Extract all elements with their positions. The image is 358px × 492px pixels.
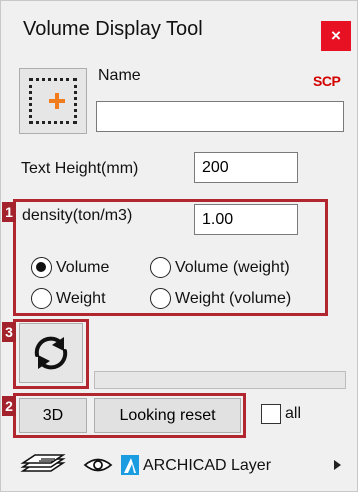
window-title: Volume Display Tool <box>23 18 203 40</box>
radio-circle <box>150 257 171 278</box>
layer-color-icon <box>121 455 139 475</box>
all-checkbox[interactable] <box>261 404 281 424</box>
eye-icon[interactable] <box>83 455 113 475</box>
all-label: all <box>285 405 302 422</box>
marker-2: 2 <box>2 396 16 416</box>
close-icon: × <box>331 26 341 45</box>
progress-bar <box>94 371 346 389</box>
looking-reset-button[interactable]: Looking reset <box>94 398 241 433</box>
density-label: density(ton/m3) <box>22 207 133 224</box>
volume-display-panel: Volume Display Tool × Name SCP Text Heig… <box>0 0 358 492</box>
text-height-input[interactable] <box>194 152 298 183</box>
refresh-button[interactable] <box>19 323 83 383</box>
3d-button[interactable]: 3D <box>19 398 87 433</box>
layers-icon[interactable] <box>19 451 67 479</box>
radio-circle <box>31 288 52 309</box>
radio-weight-label: Weight <box>56 289 106 307</box>
text-height-label: Text Height(mm) <box>21 160 139 177</box>
radio-weight-volume[interactable]: Weight (volume) <box>150 288 291 309</box>
add-area-icon <box>29 78 77 124</box>
radio-volume[interactable]: Volume <box>31 257 109 278</box>
radio-volume-weight-label: Volume (weight) <box>175 258 290 276</box>
layer-name[interactable]: ARCHICAD Layer <box>143 457 271 475</box>
plus-icon <box>49 93 65 109</box>
marker-1: 1 <box>2 202 16 222</box>
title-bar: Volume Display Tool × <box>1 1 357 59</box>
radio-weight[interactable]: Weight <box>31 288 106 309</box>
name-label: Name <box>98 67 141 84</box>
name-input[interactable] <box>96 101 344 132</box>
radio-circle <box>150 288 171 309</box>
radio-volume-weight[interactable]: Volume (weight) <box>150 257 290 278</box>
refresh-icon <box>34 336 68 370</box>
close-button[interactable]: × <box>321 21 351 51</box>
radio-circle-checked <box>31 257 52 278</box>
chevron-right-icon[interactable] <box>334 460 341 470</box>
add-area-button[interactable] <box>19 68 87 134</box>
density-input[interactable] <box>194 204 298 235</box>
scp-badge: SCP <box>313 73 341 89</box>
marker-3: 3 <box>2 322 16 342</box>
radio-volume-label: Volume <box>56 258 110 276</box>
radio-weight-volume-label: Weight (volume) <box>175 289 292 307</box>
